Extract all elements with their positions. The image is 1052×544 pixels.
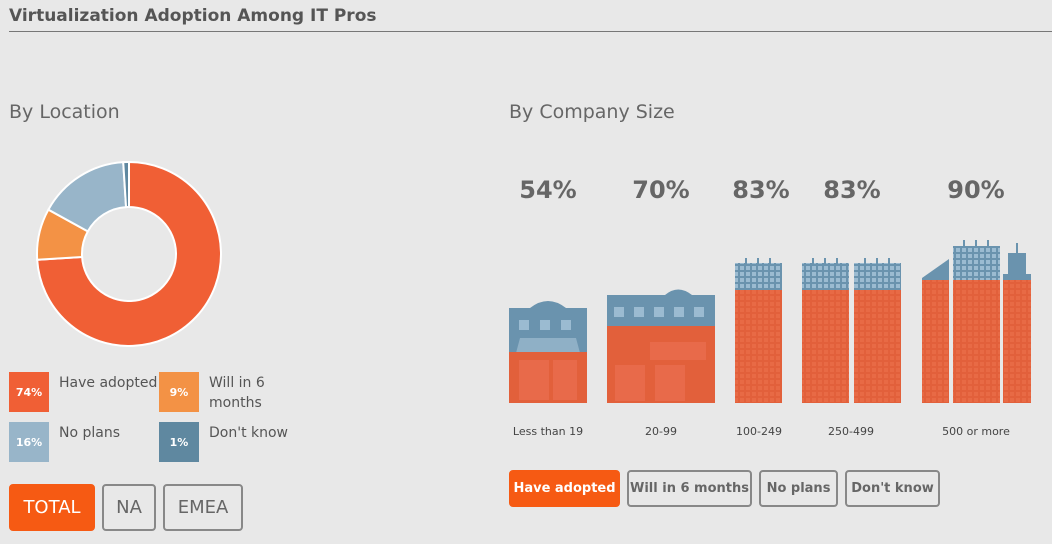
value-label: 54% bbox=[519, 176, 577, 204]
filter-na-button[interactable]: NA bbox=[102, 484, 156, 531]
legend-label: Don't know bbox=[209, 425, 289, 441]
filter-emea-button[interactable]: EMEA bbox=[163, 484, 243, 531]
filter-have-adopted-button[interactable]: Have adopted bbox=[509, 470, 620, 507]
building-500-or-more bbox=[922, 240, 1031, 403]
filter-total-button[interactable]: TOTAL bbox=[9, 484, 95, 531]
category-label: 250-499 bbox=[828, 425, 874, 438]
legend-swatch-dont-know: 1% bbox=[159, 422, 199, 462]
title-divider bbox=[9, 31, 1052, 32]
value-label: 70% bbox=[632, 176, 690, 204]
location-donut-chart bbox=[36, 160, 222, 347]
legend-swatch-no-plans: 16% bbox=[9, 422, 49, 462]
value-label: 83% bbox=[732, 176, 790, 204]
company-size-title: By Company Size bbox=[509, 101, 675, 123]
category-label: Less than 19 bbox=[512, 425, 584, 438]
building-less-than-19 bbox=[509, 301, 587, 403]
legend-label: No plans bbox=[59, 425, 121, 441]
page-title: Virtualization Adoption Among IT Pros bbox=[9, 6, 377, 26]
legend-label: Will in 6 months bbox=[209, 375, 265, 411]
filter-will-in-6-months-button[interactable]: Will in 6 months bbox=[627, 470, 752, 507]
building-20-99 bbox=[607, 289, 715, 403]
category-label: 500 or more bbox=[942, 425, 1010, 438]
building-100-249 bbox=[735, 258, 782, 403]
legend-swatch-have-adopted: 74% bbox=[9, 372, 49, 412]
filter-no-plans-button[interactable]: No plans bbox=[759, 470, 838, 507]
building-250-499 bbox=[802, 258, 901, 403]
legend-label: Have adopted bbox=[59, 375, 158, 391]
value-label: 83% bbox=[823, 176, 881, 204]
legend-swatch-will-in-6-months: 9% bbox=[159, 372, 199, 412]
location-title: By Location bbox=[9, 101, 120, 123]
filter-dont-know-button[interactable]: Don't know bbox=[845, 470, 940, 507]
company-size-buildings bbox=[509, 240, 1031, 403]
value-label: 90% bbox=[947, 176, 1005, 204]
